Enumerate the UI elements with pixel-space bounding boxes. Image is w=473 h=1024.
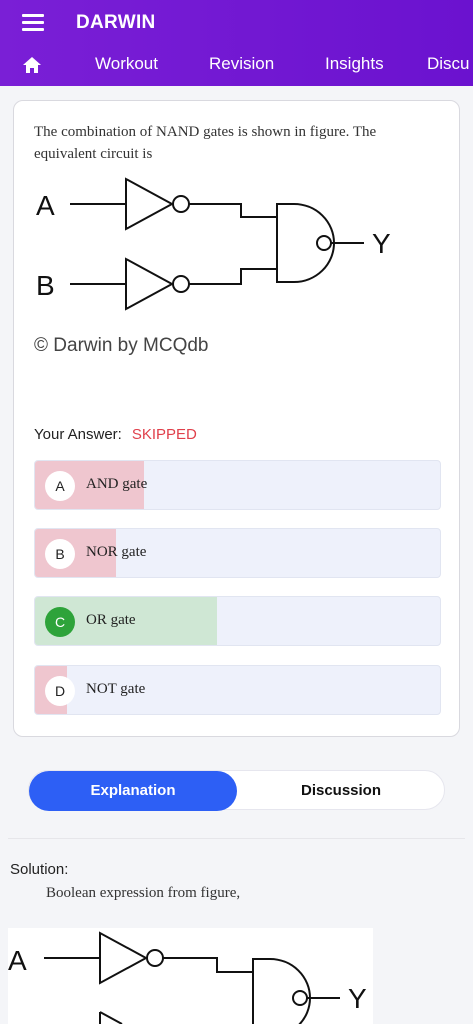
app-title: DARWIN xyxy=(76,12,156,33)
your-answer-label: Your Answer: xyxy=(34,426,122,443)
option-b-badge: B xyxy=(45,539,75,569)
tab-insights[interactable]: Insights xyxy=(325,54,384,74)
solution-figure-input-a: A xyxy=(8,945,27,976)
nav-tabs: Workout Revision Insights Discu xyxy=(0,48,473,82)
answer-status: SKIPPED xyxy=(131,426,197,443)
tab-workout[interactable]: Workout xyxy=(95,54,158,74)
solution-circuit-figure: A Y xyxy=(8,928,373,1024)
figure-input-b: B xyxy=(36,270,55,301)
option-d-badge: D xyxy=(45,676,75,706)
option-a-label: AND gate xyxy=(86,476,148,492)
option-c[interactable]: C OR gate xyxy=(34,596,441,646)
figure-watermark: © Darwin by MCQdb xyxy=(34,335,209,356)
tab-revision[interactable]: Revision xyxy=(209,54,274,74)
question-card: The combination of NAND gates is shown i… xyxy=(13,100,460,737)
option-a-badge: A xyxy=(45,471,75,501)
solution-title: Solution: xyxy=(10,861,69,878)
explanation-discussion-toggle: Explanation Discussion xyxy=(28,770,445,811)
question-text: The combination of NAND gates is shown i… xyxy=(34,124,377,162)
divider xyxy=(8,838,465,839)
circuit-figure: A B Y © Darwin by MCQdb xyxy=(34,175,398,363)
tab-discussion[interactable]: Discu xyxy=(427,54,470,74)
app-bar: DARWIN Workout Revision Insights Discu xyxy=(0,0,473,86)
option-d-label: NOT gate xyxy=(86,681,146,697)
solution-text: Boolean expression from figure, xyxy=(46,885,241,901)
menu-icon[interactable] xyxy=(22,14,44,32)
explanation-tab[interactable]: Explanation xyxy=(29,771,237,811)
option-b-label: NOR gate xyxy=(86,544,147,560)
discussion-tab[interactable]: Discussion xyxy=(237,771,445,811)
option-b[interactable]: B NOR gate xyxy=(34,528,441,578)
option-d[interactable]: D NOT gate xyxy=(34,665,441,715)
home-icon[interactable] xyxy=(22,56,42,74)
figure-output-y: Y xyxy=(372,228,391,259)
option-a[interactable]: A AND gate xyxy=(34,460,441,510)
solution-figure-output-y: Y xyxy=(348,983,367,1014)
your-answer-line: Your Answer: SKIPPED xyxy=(34,426,197,443)
option-c-label: OR gate xyxy=(86,612,136,628)
figure-input-a: A xyxy=(36,190,55,221)
option-c-badge: C xyxy=(45,607,75,637)
